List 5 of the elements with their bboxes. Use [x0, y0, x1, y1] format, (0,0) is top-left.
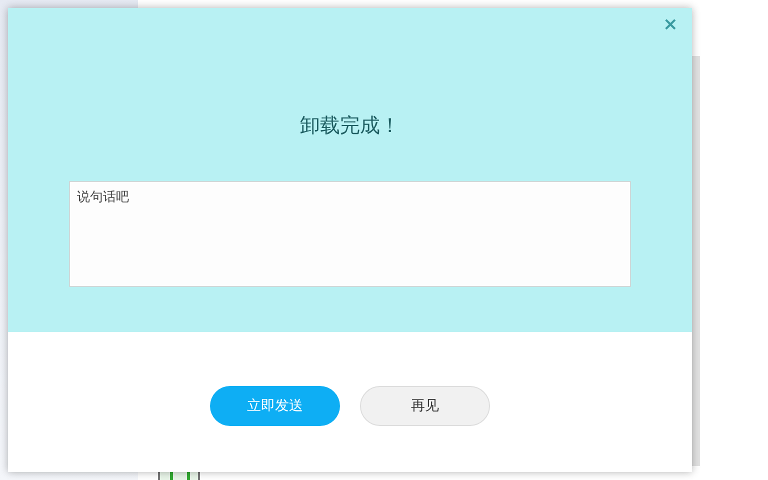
dialog-title: 卸载完成！ [300, 112, 400, 139]
close-button[interactable]: × [658, 14, 682, 35]
comment-field[interactable]: 说句话吧 [69, 181, 631, 287]
goodbye-button[interactable]: 再见 [360, 386, 490, 426]
send-button[interactable]: 立即发送 [210, 386, 340, 426]
